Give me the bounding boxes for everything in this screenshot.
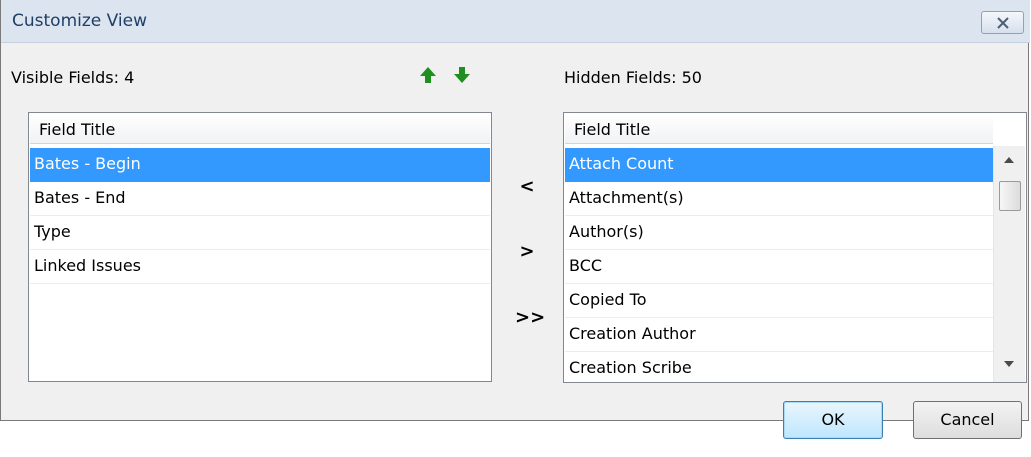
hidden-list-scrollbar[interactable] <box>993 146 1025 382</box>
scroll-thumb[interactable] <box>999 181 1021 211</box>
move-down-icon[interactable] <box>453 66 471 84</box>
scroll-down-icon[interactable] <box>1003 360 1015 368</box>
visible-fields-label: Visible Fields: 4 <box>11 68 135 87</box>
hidden-fields-label: Hidden Fields: 50 <box>564 68 702 87</box>
move-all-to-hidden-button[interactable]: >> <box>515 307 545 328</box>
hidden-item-label: Attach Count <box>569 154 674 173</box>
hidden-list-item[interactable]: Creation Author <box>565 318 993 352</box>
close-icon <box>997 17 1009 29</box>
hidden-item-label: Copied To <box>569 290 647 309</box>
move-to-hidden-button[interactable]: > <box>515 241 539 262</box>
visible-item-label: Linked Issues <box>34 256 141 275</box>
visible-header-label: Field Title <box>39 120 116 139</box>
cancel-button[interactable]: Cancel <box>913 401 1022 439</box>
hidden-header-label: Field Title <box>574 120 651 139</box>
ok-button[interactable]: OK <box>783 401 883 439</box>
hidden-fields-list[interactable]: Field Title Attach Count Attachment(s) A… <box>563 112 1027 383</box>
hidden-item-label: Author(s) <box>569 222 644 241</box>
visible-list-item[interactable]: Linked Issues <box>30 250 490 284</box>
hidden-list-item[interactable]: Attachment(s) <box>565 182 993 216</box>
visible-item-label: Bates - Begin <box>34 154 141 173</box>
visible-list-item[interactable]: Type <box>30 216 490 250</box>
visible-list-item[interactable]: Bates - End <box>30 182 490 216</box>
scroll-up-icon[interactable] <box>1003 156 1015 164</box>
hidden-list-item[interactable]: Creation Scribe <box>565 352 993 382</box>
hidden-list-item[interactable]: Author(s) <box>565 216 993 250</box>
visible-list-item[interactable]: Bates - Begin <box>30 148 490 182</box>
customize-view-dialog: Customize View Visible Fields: 4 Field T… <box>0 0 1030 439</box>
hidden-list-item[interactable]: Copied To <box>565 284 993 318</box>
hidden-item-label: BCC <box>569 256 603 275</box>
hidden-list-header[interactable]: Field Title <box>565 114 993 144</box>
visible-list-header[interactable]: Field Title <box>30 114 490 144</box>
hidden-item-label: Attachment(s) <box>569 188 684 207</box>
hidden-list-item[interactable]: Attach Count <box>565 148 993 182</box>
visible-fields-list[interactable]: Field Title Bates - Begin Bates - End Ty… <box>28 112 492 382</box>
close-button[interactable] <box>981 11 1024 34</box>
title-bar: Customize View <box>1 0 1030 43</box>
hidden-list-item[interactable]: BCC <box>565 250 993 284</box>
move-to-visible-button[interactable]: < <box>515 176 539 197</box>
visible-item-label: Type <box>34 222 71 241</box>
hidden-item-label: Creation Author <box>569 324 696 343</box>
visible-item-label: Bates - End <box>34 188 126 207</box>
window-title: Customize View <box>12 11 147 31</box>
hidden-item-label: Creation Scribe <box>569 358 692 377</box>
move-up-icon[interactable] <box>419 66 437 84</box>
